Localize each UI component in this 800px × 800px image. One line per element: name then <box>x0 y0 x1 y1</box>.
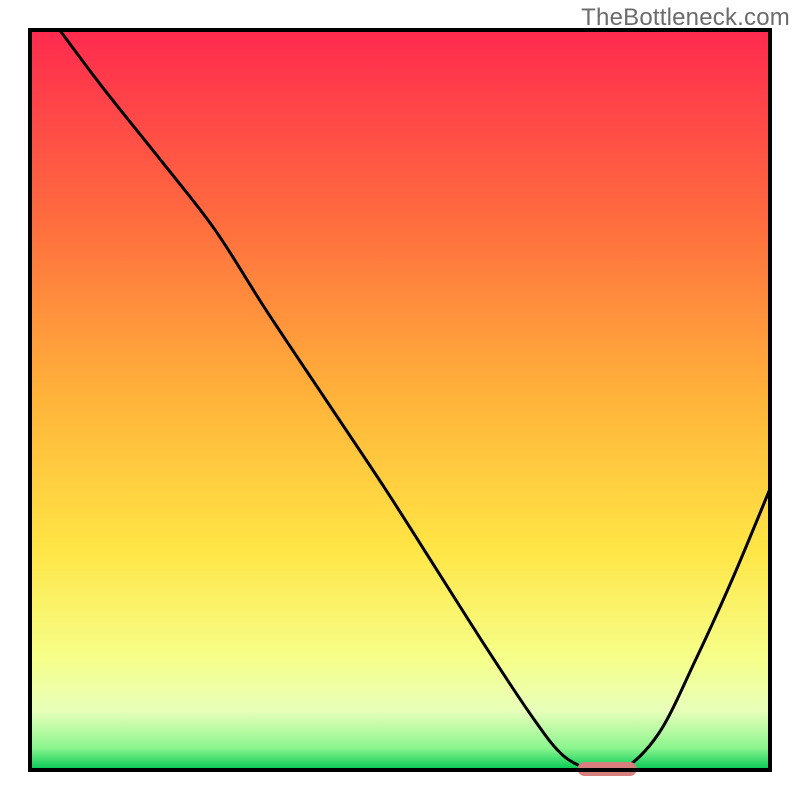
chart-canvas <box>0 0 800 800</box>
gradient-background <box>30 30 770 770</box>
watermark-text: TheBottleneck.com <box>581 4 790 32</box>
bottleneck-chart: TheBottleneck.com <box>0 0 800 800</box>
